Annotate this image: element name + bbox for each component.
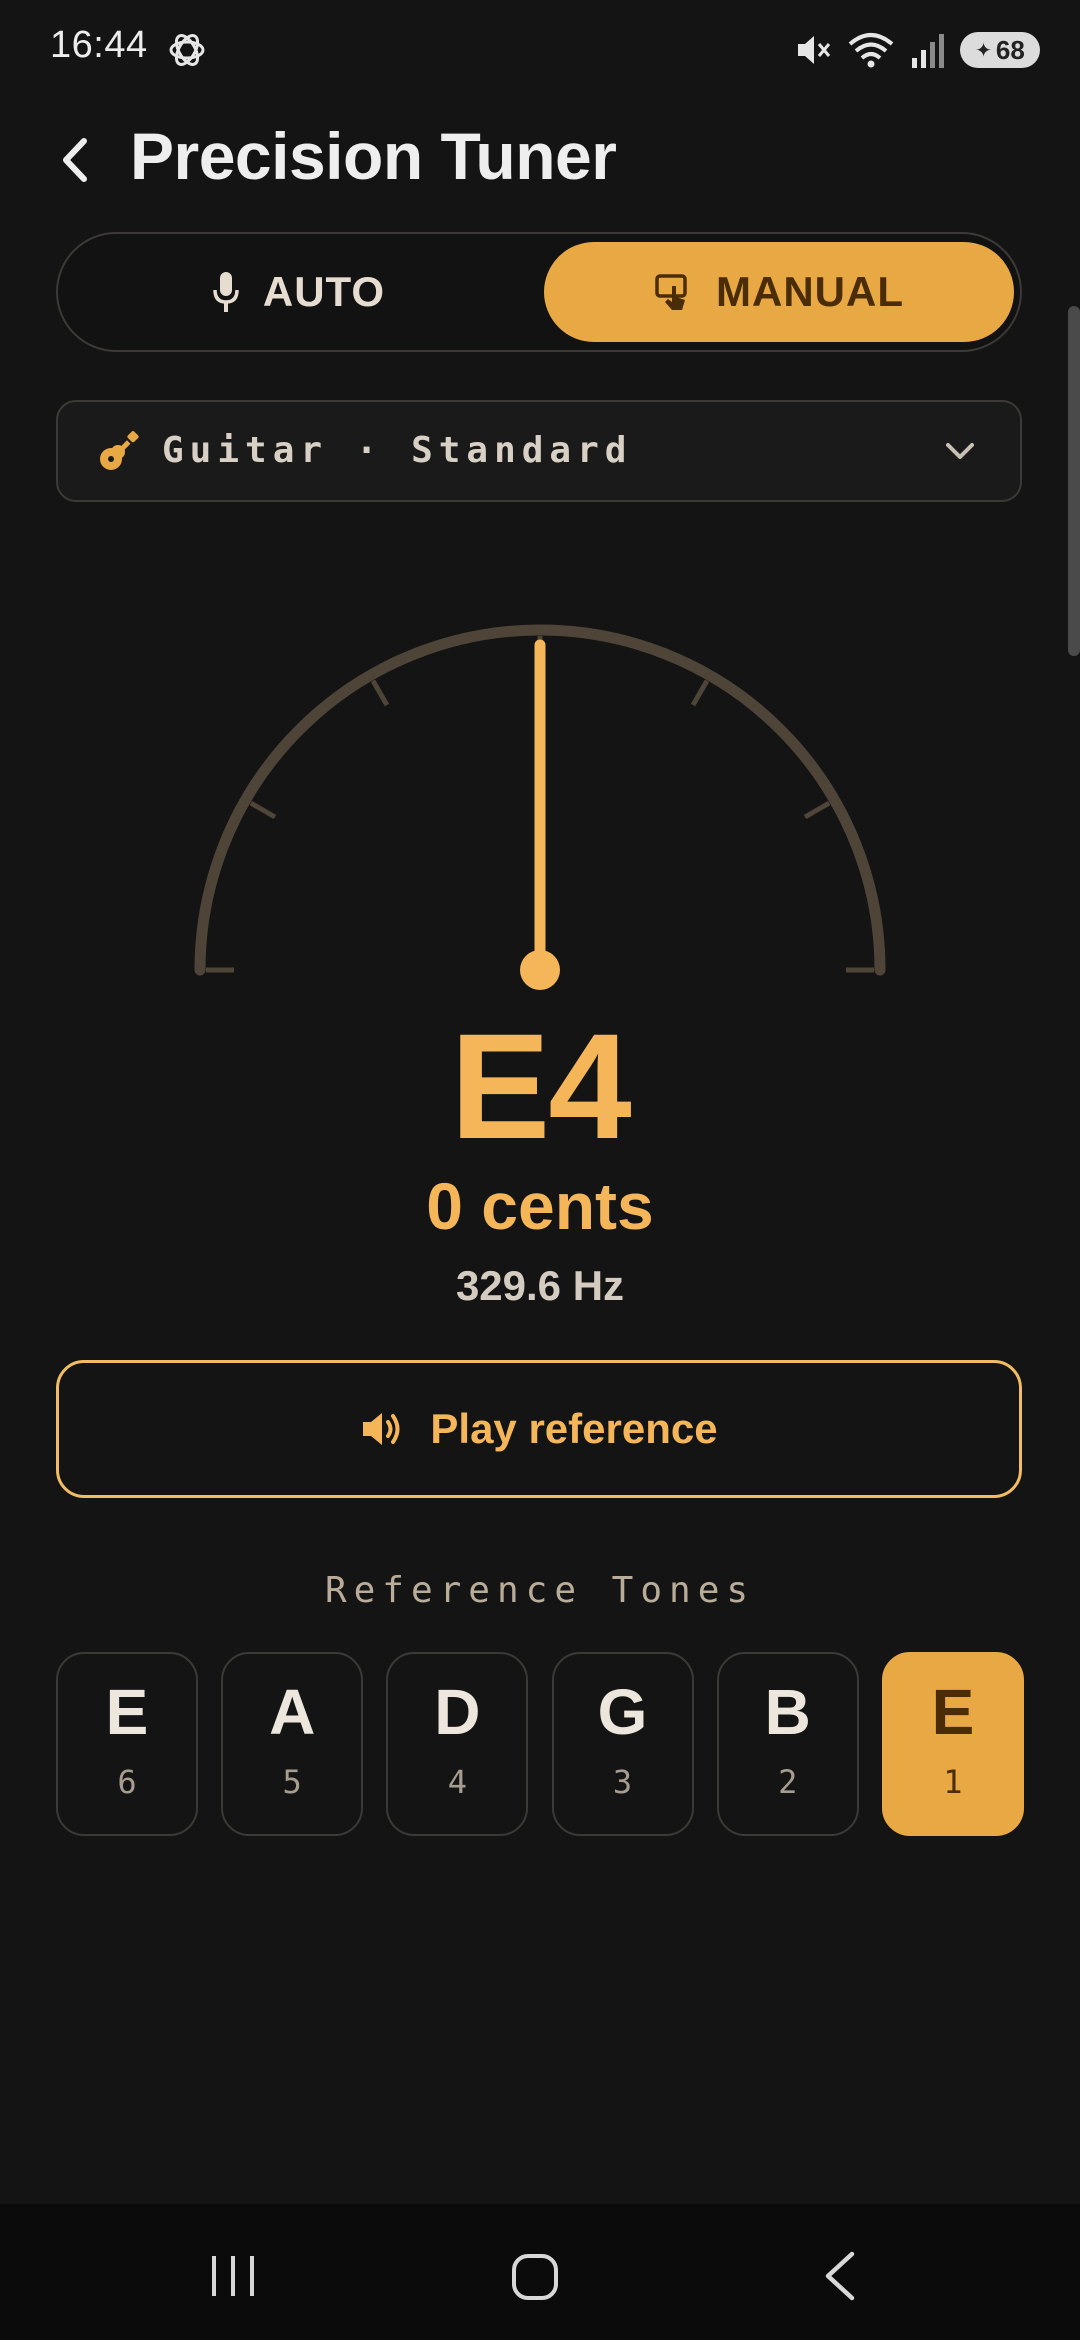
detected-note: E4 <box>450 1002 631 1170</box>
touch-screen-icon <box>655 274 687 310</box>
speaker-icon <box>363 1413 400 1445</box>
status-time: 16:44 <box>50 24 148 66</box>
tone-note: G <box>597 1676 648 1748</box>
tone-button[interactable]: A 5 <box>221 1652 364 1836</box>
tone-note: E <box>931 1676 975 1748</box>
navigation-bar <box>0 2204 1080 2340</box>
wifi-icon <box>848 33 894 68</box>
reference-tones-row: E 6 A 5 D 4 G 3 B 2 E 1 <box>56 1652 1024 1836</box>
tone-string-number: 6 <box>117 1763 137 1801</box>
battery-icon: ✦ 68 <box>960 32 1040 68</box>
play-reference-button[interactable]: Play reference <box>56 1360 1022 1498</box>
tone-button[interactable]: E 6 <box>56 1652 198 1836</box>
tone-note: A <box>269 1676 316 1748</box>
tone-string-number: 3 <box>612 1763 633 1801</box>
tone-button[interactable]: E 1 <box>881 1652 1024 1836</box>
tone-string-number: 5 <box>282 1763 302 1801</box>
tone-button[interactable]: G 3 <box>551 1652 694 1836</box>
page-title: Precision Tuner <box>130 119 617 193</box>
tone-string-number: 4 <box>447 1763 467 1801</box>
mute-icon <box>798 36 831 64</box>
microphone-icon <box>213 272 239 312</box>
back-button[interactable] <box>50 125 100 195</box>
tone-string-number: 2 <box>778 1763 798 1801</box>
openai-icon <box>169 34 205 66</box>
battery-level: 68 <box>995 34 1025 65</box>
frequency-readout: 329.6 Hz <box>455 1262 625 1309</box>
play-reference-label: Play reference <box>430 1405 718 1452</box>
recent-apps-icon[interactable] <box>208 2254 258 2298</box>
guitar-icon <box>100 431 139 470</box>
tone-note: E <box>105 1676 149 1748</box>
instrument-select[interactable]: Guitar · Standard <box>56 400 1022 502</box>
gauge-tick <box>803 800 831 820</box>
cents-readout: 0 cents <box>426 1169 654 1243</box>
mode-toggle: AUTO MANUAL <box>56 232 1022 352</box>
mode-manual-label: MANUAL <box>716 268 904 315</box>
chevron-down-icon <box>946 443 974 459</box>
mode-auto-label: AUTO <box>262 268 386 315</box>
tone-button[interactable]: B 2 <box>716 1652 859 1836</box>
reference-tones-title: Reference Tones <box>324 1570 756 1611</box>
instrument-label: Guitar · Standard <box>162 430 633 471</box>
tone-note: B <box>764 1676 811 1748</box>
gauge-tick <box>370 679 390 707</box>
status-bar: 16:44 ✦ 68 <box>0 0 1080 100</box>
mode-auto-button[interactable]: AUTO <box>58 234 538 350</box>
back-nav-icon[interactable] <box>820 2250 860 2302</box>
gauge-tick <box>249 800 277 820</box>
tuning-gauge <box>194 624 886 990</box>
tone-string-number: 1 <box>943 1763 963 1801</box>
tone-note: D <box>434 1676 481 1748</box>
status-icons: ✦ 68 <box>792 26 1040 74</box>
scrollbar[interactable] <box>1068 306 1080 656</box>
signal-icon <box>912 34 944 68</box>
mode-manual-button[interactable]: MANUAL <box>544 242 1014 342</box>
tone-button[interactable]: D 4 <box>386 1652 529 1836</box>
home-icon[interactable] <box>510 2252 560 2302</box>
gauge-pivot <box>520 950 560 990</box>
chevron-left-icon <box>63 138 87 182</box>
gauge-tick <box>690 679 710 707</box>
